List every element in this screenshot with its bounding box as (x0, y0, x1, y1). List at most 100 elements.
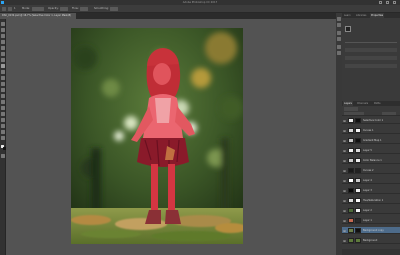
eye-icon[interactable] (342, 149, 347, 152)
smoothing-field[interactable] (110, 7, 118, 11)
move-tool-icon[interactable] (1, 22, 5, 26)
eye-icon[interactable] (342, 189, 347, 192)
layer-name[interactable]: Layer 5 (363, 149, 399, 153)
layer-mask-thumbnail[interactable] (355, 178, 361, 184)
type-tool-icon[interactable] (1, 112, 5, 116)
layer-mask-thumbnail[interactable] (355, 138, 361, 144)
minimize-icon[interactable] (379, 1, 382, 4)
history-panel-icon[interactable] (337, 17, 341, 21)
close-icon[interactable] (393, 1, 396, 4)
layer-thumbnail[interactable] (348, 238, 354, 244)
layer-mask-thumbnail[interactable] (355, 208, 361, 214)
layer-name[interactable]: Gradient Map 1 (363, 139, 399, 143)
layer-name[interactable]: Curves 2 (363, 169, 399, 173)
layer-row[interactable]: Selective Color 1 (342, 117, 400, 125)
dodge-tool-icon[interactable] (1, 100, 5, 104)
pen-tool-icon[interactable] (1, 106, 5, 110)
flow-field[interactable] (80, 7, 88, 11)
properties-field[interactable] (345, 48, 397, 52)
layer-thumbnail[interactable] (348, 168, 354, 174)
layer-thumbnail[interactable] (348, 148, 354, 154)
brush-settings-panel-icon[interactable] (337, 45, 341, 49)
path-selection-tool-icon[interactable] (1, 118, 5, 122)
eye-icon[interactable] (342, 199, 347, 202)
layer-thumbnail[interactable] (348, 158, 354, 164)
layer-thumbnail[interactable] (348, 128, 354, 134)
eye-icon[interactable] (342, 219, 347, 222)
layer-mask-thumbnail[interactable] (355, 128, 361, 134)
actions-panel-icon[interactable] (337, 23, 341, 27)
document-image[interactable] (71, 28, 243, 244)
layer-name[interactable]: Background (363, 239, 399, 243)
layer-row[interactable]: Gradient Map 1 (342, 137, 400, 145)
brush-tool-icon[interactable] (1, 64, 5, 68)
layer-thumbnail[interactable] (348, 138, 354, 144)
layer-thumbnail[interactable] (348, 218, 354, 224)
layer-row[interactable]: Color Balance 1 (342, 157, 400, 165)
layer-row[interactable]: Curves 1 (342, 127, 400, 135)
zoom-tool-icon[interactable] (1, 136, 5, 140)
lasso-tool-icon[interactable] (1, 34, 5, 38)
quick-selection-tool-icon[interactable] (1, 40, 5, 44)
layer-name[interactable]: Curves 1 (363, 129, 399, 133)
layer-row[interactable]: Layer 1 (342, 217, 400, 225)
gradient-tool-icon[interactable] (1, 88, 5, 92)
layer-name[interactable]: Selective Color 1 (363, 119, 399, 123)
canvas-area[interactable] (6, 19, 336, 255)
layer-row[interactable]: Background copy (342, 227, 400, 235)
layer-row[interactable]: Layer 2 (342, 207, 400, 215)
layer-mask-thumbnail[interactable] (355, 228, 361, 234)
layer-thumbnail[interactable] (348, 198, 354, 204)
layer-mask-thumbnail[interactable] (355, 238, 361, 244)
eye-icon[interactable] (342, 229, 347, 232)
layer-name[interactable]: Layer 3 (363, 189, 399, 193)
layer-name[interactable]: Layer 4 (363, 179, 399, 183)
eye-icon[interactable] (342, 129, 347, 132)
layer-thumbnail[interactable] (348, 178, 354, 184)
layer-mask-thumbnail[interactable] (355, 188, 361, 194)
layer-row[interactable]: Layer 3 (342, 187, 400, 195)
healing-brush-tool-icon[interactable] (1, 58, 5, 62)
layer-row[interactable]: Hue/Saturation 1 (342, 197, 400, 205)
layer-mask-thumbnail[interactable] (355, 118, 361, 124)
eyedropper-tool-icon[interactable] (1, 52, 5, 56)
layer-thumbnail[interactable] (348, 208, 354, 214)
brush-size-value[interactable]: 1 (14, 7, 16, 11)
maximize-icon[interactable] (386, 1, 389, 4)
adjustments-panel-icon[interactable] (337, 37, 341, 41)
history-brush-tool-icon[interactable] (1, 76, 5, 80)
layer-name[interactable]: Layer 1 (363, 219, 399, 223)
layer-name[interactable]: Background copy (363, 229, 399, 233)
hand-tool-icon[interactable] (1, 130, 5, 134)
layer-name[interactable]: Layer 2 (363, 209, 399, 213)
layer-mask-thumbnail[interactable] (355, 218, 361, 224)
eye-icon[interactable] (342, 119, 347, 122)
eye-icon[interactable] (342, 159, 347, 162)
layer-row[interactable]: Curves 2 (342, 167, 400, 175)
layer-mask-thumbnail[interactable] (355, 168, 361, 174)
layer-thumbnail[interactable] (348, 188, 354, 194)
mode-select[interactable] (32, 7, 44, 11)
layer-mask-thumbnail[interactable] (355, 198, 361, 204)
layer-thumbnail[interactable] (348, 228, 354, 234)
blend-mode-select[interactable] (344, 111, 364, 115)
swatches-panel-icon[interactable] (337, 31, 341, 35)
layer-row[interactable]: Background (342, 237, 400, 245)
crop-tool-icon[interactable] (1, 46, 5, 50)
layer-filter-select[interactable] (344, 107, 358, 111)
layer-row[interactable]: Layer 4 (342, 177, 400, 185)
properties-field[interactable] (345, 64, 397, 68)
blur-tool-icon[interactable] (1, 94, 5, 98)
character-panel-icon[interactable] (337, 51, 341, 55)
eraser-tool-icon[interactable] (1, 82, 5, 86)
layer-name[interactable]: Hue/Saturation 1 (363, 199, 399, 203)
layer-row[interactable]: Layer 5 (342, 147, 400, 155)
eye-icon[interactable] (342, 239, 347, 242)
layer-mask-thumbnail[interactable] (355, 148, 361, 154)
quick-mask-mode-icon[interactable] (1, 154, 5, 158)
eye-icon[interactable] (342, 169, 347, 172)
layer-name[interactable]: Color Balance 1 (363, 159, 399, 163)
layer-thumbnail[interactable] (348, 118, 354, 124)
marquee-tool-icon[interactable] (1, 28, 5, 32)
properties-field[interactable] (345, 56, 397, 60)
